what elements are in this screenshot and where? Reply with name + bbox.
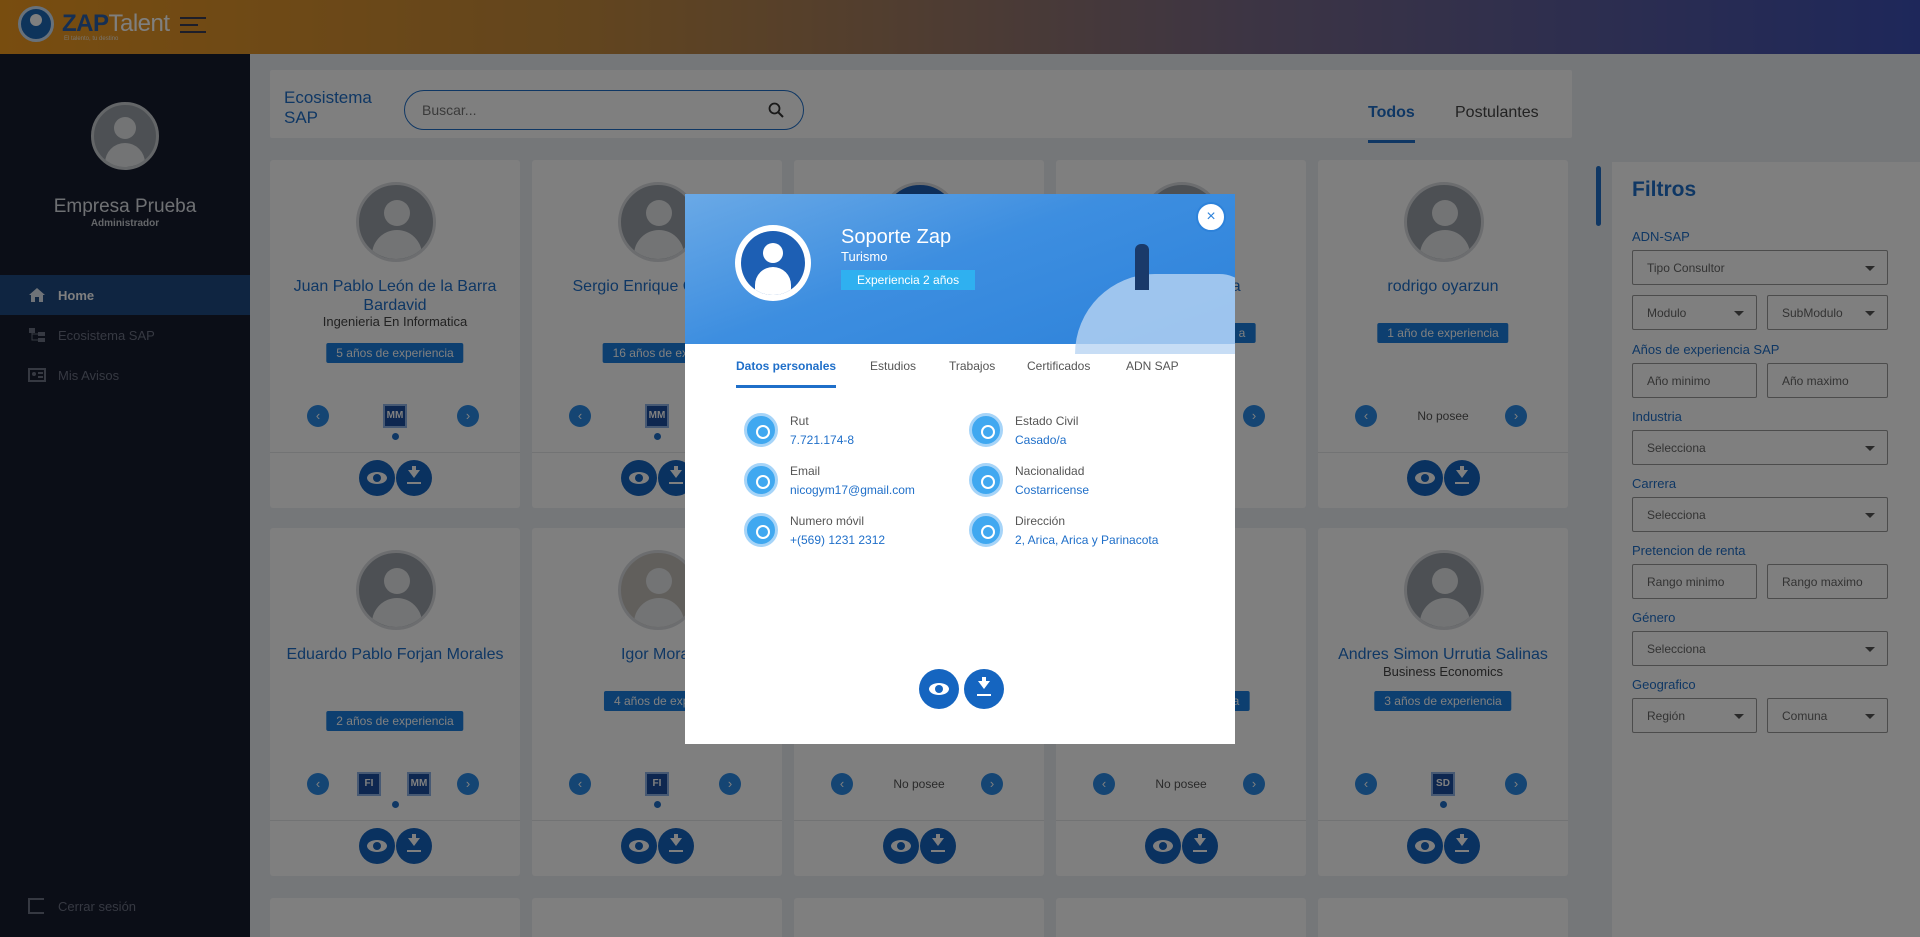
modal-candidate-name: Soporte Zap: [841, 226, 952, 248]
field-label-estado-civil: Estado Civil: [1015, 414, 1079, 428]
field-value-rut: 7.721.174-8: [790, 433, 855, 447]
flag-icon: [969, 463, 1003, 497]
location-pin-icon: [969, 513, 1003, 547]
modal-experience-badge: Experiencia 2 años: [841, 270, 976, 290]
view-cv-button[interactable]: [919, 669, 959, 709]
field-value-email[interactable]: nicogym17@gmail.com: [790, 483, 915, 497]
phone-icon: [744, 513, 778, 547]
field-label-movil: Numero móvil: [790, 514, 865, 528]
person-circle-icon: [969, 413, 1003, 447]
download-cv-button[interactable]: [964, 669, 1004, 709]
field-value-movil: +(569) 1231 2312: [790, 533, 886, 547]
mail-icon: [744, 463, 778, 497]
tab-estudios[interactable]: Estudios: [870, 359, 916, 385]
close-icon[interactable]: ×: [1196, 202, 1226, 232]
modal-candidate-subtitle: Turismo: [841, 249, 888, 264]
field-label-email: Email: [790, 464, 821, 478]
candidate-modal: Soporte Zap Turismo Experiencia 2 años ×…: [685, 194, 1235, 744]
tab-adn-sap[interactable]: ADN SAP: [1126, 359, 1179, 385]
banner-mountain: [1075, 274, 1235, 354]
field-value-estado-civil: Casado/a: [1015, 433, 1067, 447]
tab-certificados[interactable]: Certificados: [1027, 359, 1090, 385]
fingerprint-icon: [744, 413, 778, 447]
tab-datos-personales[interactable]: Datos personales: [736, 359, 837, 388]
tab-trabajos[interactable]: Trabajos: [949, 359, 995, 385]
field-value-nacionalidad: Costarricense: [1015, 483, 1090, 497]
field-value-direccion: 2, Arica, Arica y Parinacota: [1015, 533, 1159, 547]
field-label-rut: Rut: [790, 414, 809, 428]
field-label-direccion: Dirección: [1015, 514, 1066, 528]
modal-avatar: [735, 225, 811, 301]
banner-figure: [1135, 244, 1149, 290]
field-label-nacionalidad: Nacionalidad: [1015, 464, 1085, 478]
